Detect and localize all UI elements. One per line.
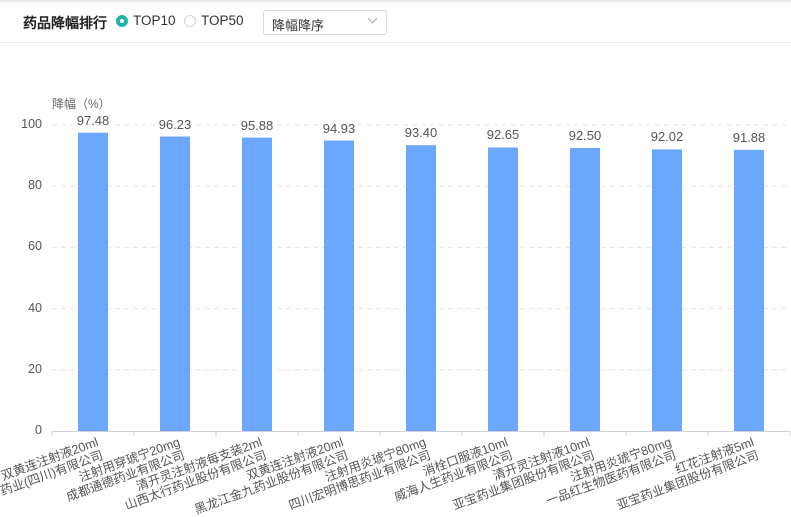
y-tick-label: 0 (35, 423, 42, 437)
data-label: 95.88 (240, 117, 274, 133)
bar-chart: 降幅（%） 0 20 40 60 80 100 97.48 双黄连注射液20ml 药业(四川)有… (0, 0, 791, 517)
y-tick-label: 20 (28, 361, 42, 376)
data-label: 92.65 (486, 127, 520, 143)
bar (406, 145, 436, 432)
data-label: 97.48 (76, 112, 110, 128)
y-tick-label: 100 (21, 117, 42, 131)
y-tick-label: 60 (28, 239, 42, 254)
data-label: 92.02 (650, 129, 684, 145)
chart-svg (51, 124, 791, 436)
data-label: 93.40 (404, 125, 438, 141)
bar (488, 147, 518, 431)
bar (570, 147, 600, 431)
data-label: 96.23 (158, 116, 192, 132)
y-tick-label: 80 (28, 178, 42, 193)
bar (78, 132, 108, 432)
bar (324, 140, 354, 431)
bar (242, 137, 272, 432)
y-tick-label: 40 (28, 300, 42, 315)
bar (734, 149, 764, 431)
data-label: 91.88 (732, 129, 766, 145)
data-label: 94.93 (322, 120, 356, 136)
bar (160, 136, 190, 431)
bar (652, 149, 682, 431)
data-label: 92.50 (568, 127, 602, 143)
